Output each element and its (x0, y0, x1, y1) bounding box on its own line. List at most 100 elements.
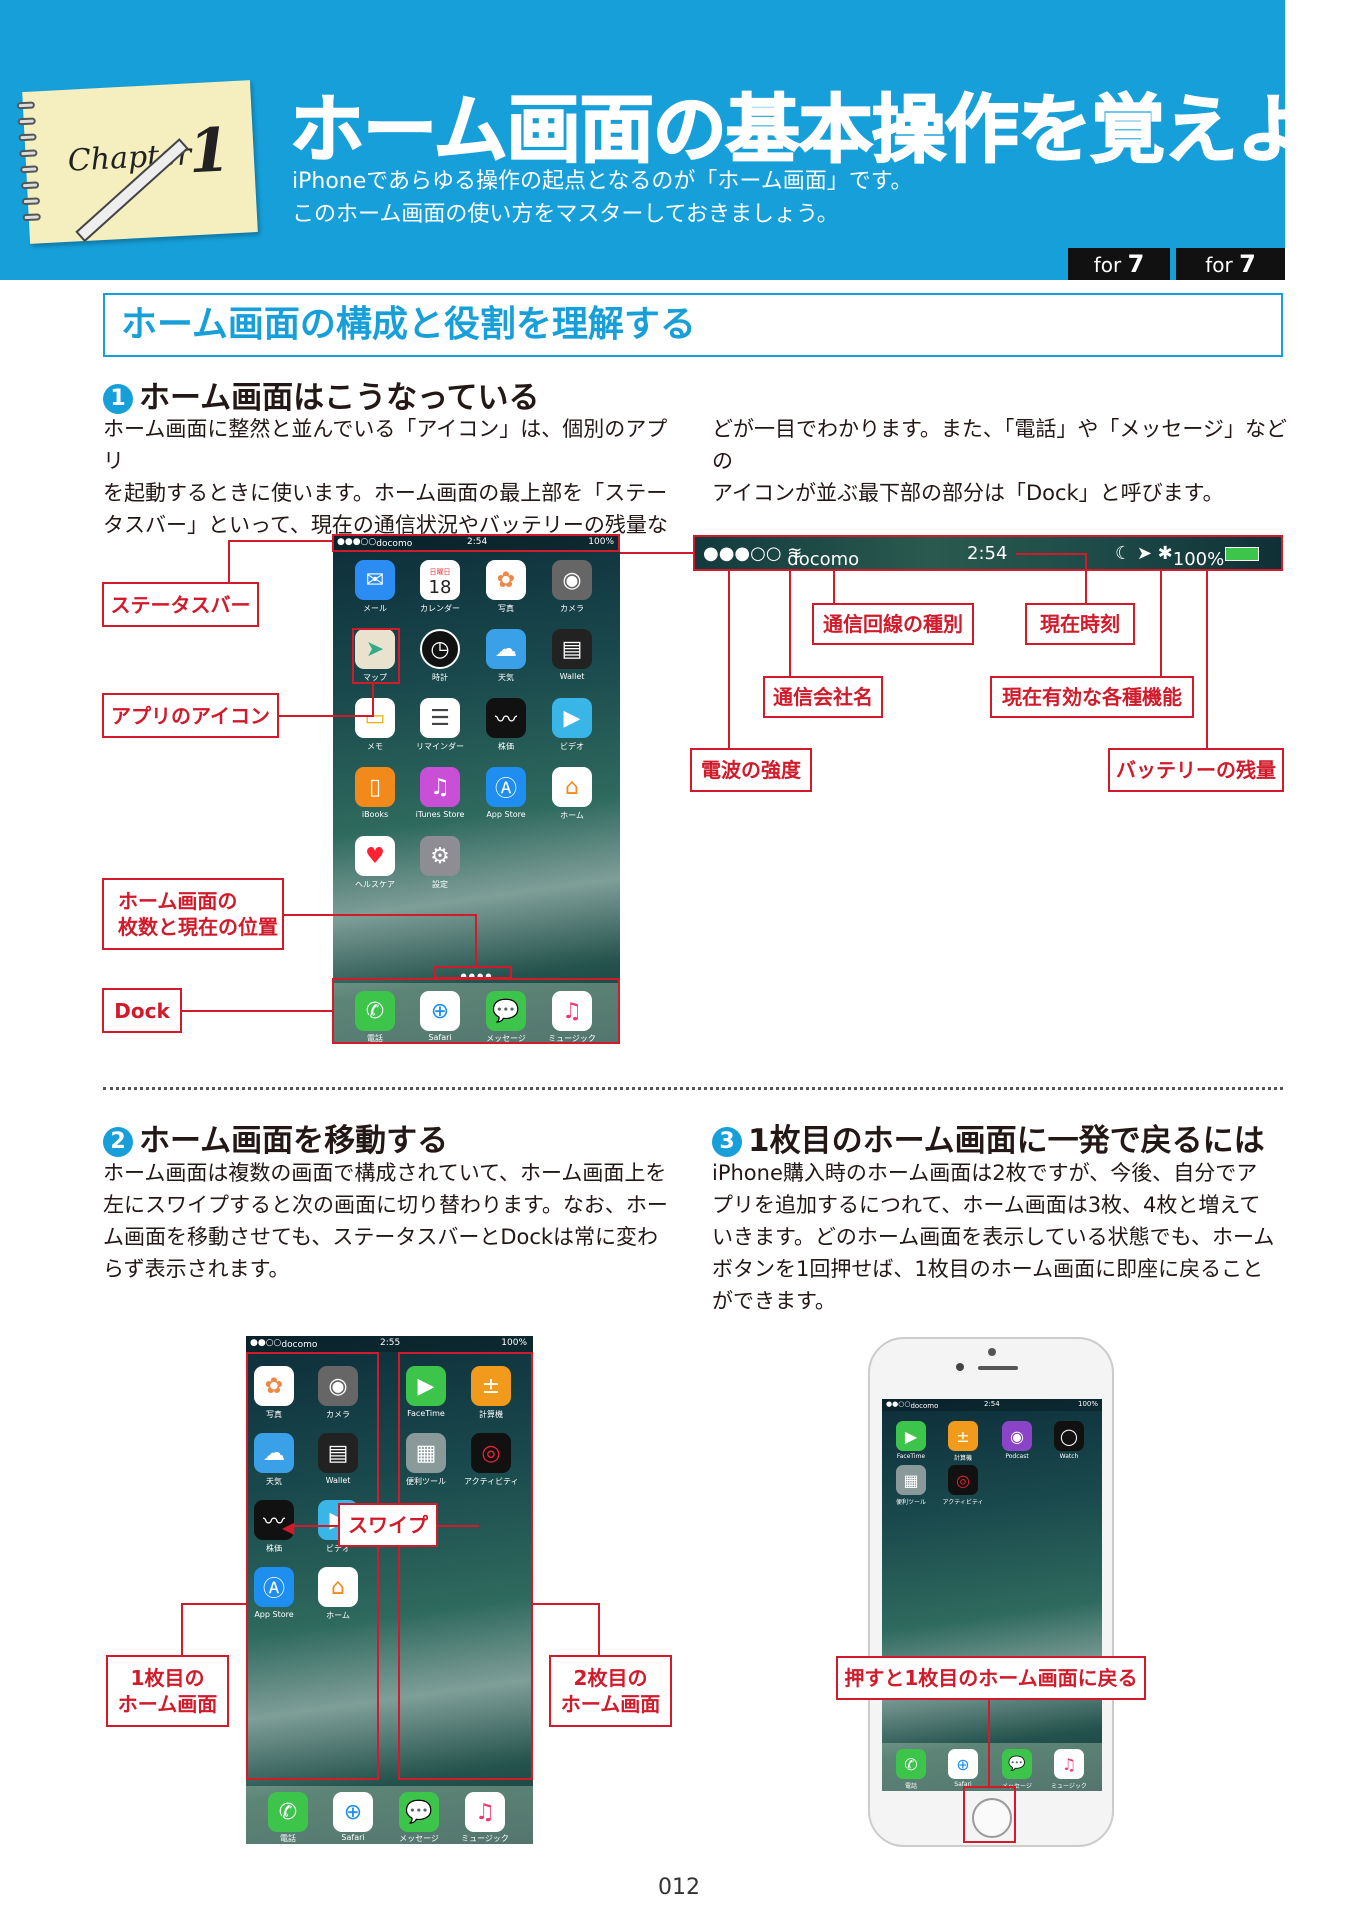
chapter-number: 1 (186, 115, 233, 188)
app-store-icon[interactable]: Ⓐ (486, 767, 526, 807)
subtitle-line-1: iPhoneであらゆる操作の起点となるのが「ホーム画面」です。 (292, 169, 913, 194)
callout-second-page: 2枚目の ホーム画面 (549, 1655, 672, 1727)
clock-label: 時計 (432, 673, 448, 682)
photos-label: 写真 (498, 604, 514, 613)
clock-icon[interactable]: ◷ (420, 629, 460, 669)
home-app-label: ホーム (560, 811, 584, 820)
wallet-label: Wallet (559, 672, 585, 681)
dock-highlight (332, 978, 620, 1044)
app-store-label: App Store (486, 810, 526, 819)
itunes-label: iTunes Store (415, 810, 465, 819)
status-bar-zoomed: ●●●○○ docomo ≋ 2:54 ☾ ➤ ✱ 100% (693, 535, 1283, 571)
callout-swipe: スワイプ (338, 1503, 438, 1547)
weather-label: 天気 (498, 673, 514, 682)
dock: ✆ 電話 ⊕ Safari 💬 メッセージ ♫ ミュージック (246, 1786, 533, 1844)
step2-title: 2 ホーム画面を移動する (103, 1115, 448, 1160)
photos-icon[interactable]: ✿ (486, 560, 526, 600)
callout-press-home: 押すと1枚目のホーム画面に戻る (836, 1656, 1146, 1700)
phone-icon[interactable]: ✆ (268, 1792, 308, 1832)
status-bar-2: ●●○○ docomo 2:55 100% (246, 1336, 533, 1352)
calculator-label: 計算機 (953, 1455, 972, 1462)
music-icon[interactable]: ♫ (1054, 1749, 1084, 1779)
calendar-icon[interactable]: 日曜日 18 (420, 560, 460, 600)
badge-for-7-plus: for 7 Plus (1176, 248, 1285, 311)
mail-icon[interactable]: ✉ (355, 560, 395, 600)
first-page-highlight (246, 1352, 379, 1780)
callout-current-time: 現在時刻 (1025, 603, 1135, 645)
utilities-label: 便利ツール (895, 1499, 926, 1506)
activity-icon[interactable]: ◎ (948, 1465, 978, 1495)
statusbar-highlight (332, 534, 620, 552)
ibooks-icon[interactable]: ▯ (355, 767, 395, 807)
callout-statusbar: ステータスバー (102, 582, 259, 627)
settings-icon[interactable]: ⚙ (420, 836, 460, 876)
activity-label: アクティビティ (942, 1499, 984, 1506)
health-label: ヘルスケア (355, 880, 395, 889)
itunes-icon[interactable]: ♫ (420, 767, 460, 807)
reminders-label: リマインダー (416, 742, 464, 751)
callout-network-type: 通信回線の種別 (812, 603, 974, 645)
phone-icon[interactable]: ✆ (896, 1749, 926, 1779)
facetime-icon[interactable]: ▶ (896, 1421, 926, 1451)
safari-icon[interactable]: ⊕ (948, 1749, 978, 1779)
calculator-icon[interactable]: ± (948, 1421, 978, 1451)
callout-first-page: 1枚目の ホーム画面 (106, 1655, 229, 1727)
second-page-highlight (398, 1352, 533, 1780)
health-icon[interactable]: ♥ (355, 836, 395, 876)
videos-label: ビデオ (560, 742, 584, 751)
reminders-icon[interactable]: ☰ (420, 698, 460, 738)
arrow-left-icon: ◀ (282, 1518, 295, 1537)
step1-body-left: ホーム画面に整然と並んでいる「アイコン」は、個別のアプリ を起動するときに使います… (103, 417, 668, 537)
device-screen: ●●○○ docomo 2:54 100% ▶ FaceTime ± 計算機 ◉ P… (882, 1399, 1102, 1791)
messages-icon[interactable]: 💬 (399, 1792, 439, 1832)
step3-title: 3 1枚目のホーム画面に一発で戻るには (712, 1115, 1265, 1160)
watch-label: Watch (1059, 1453, 1079, 1460)
home-button-highlight (963, 1786, 1016, 1843)
page-number: 012 (658, 1875, 700, 1900)
settings-label: 設定 (432, 880, 448, 889)
section-heading: ホーム画面の構成と役割を理解する (103, 293, 1283, 357)
camera-icon[interactable]: ◉ (552, 560, 592, 600)
step1-body-right: どが一目でわかります。また、「電話」や「メッセージ」などの アイコンが並ぶ最下部の… (712, 417, 1287, 505)
utilities-folder-icon[interactable]: ▦ (896, 1465, 926, 1495)
callout-app-icon: アプリのアイコン (102, 693, 279, 738)
podcast-icon[interactable]: ◉ (1002, 1421, 1032, 1451)
callout-signal: 電波の強度 (690, 748, 812, 792)
home-app-icon[interactable]: ⌂ (552, 767, 592, 807)
divider (103, 1087, 1283, 1090)
stocks-label: 株価 (498, 742, 514, 751)
callout-battery: バッテリーの残量 (1108, 748, 1284, 792)
step1-title: 1 ホーム画面はこうなっている (103, 372, 540, 417)
music-icon[interactable]: ♫ (465, 1792, 505, 1832)
music-label: ミュージック (1051, 1783, 1087, 1790)
calendar-label: カレンダー (420, 604, 460, 613)
messages-label: メッセージ (399, 1834, 439, 1843)
wallet-icon[interactable]: ▤ (552, 629, 592, 669)
subtitle-line-2: このホーム画面の使い方をマスターしておきましょう。 (292, 202, 839, 227)
notes-icon[interactable]: ▭ (355, 698, 395, 738)
iphone-device: ●●○○ docomo 2:54 100% ▶ FaceTime ± 計算機 ◉ P… (868, 1337, 1114, 1847)
safari-label: Safari (341, 1833, 365, 1842)
weather-icon[interactable]: ☁ (486, 629, 526, 669)
step3-body: iPhone購入時のホーム画面は2枚ですが、今後、自分でア プリを追加するにつれて… (712, 1161, 1275, 1313)
step2-body: ホーム画面は複数の画面で構成されていて、ホーム画面上を 左にスワイプすると次の画面… (103, 1161, 668, 1281)
watch-icon[interactable]: ◯ (1054, 1421, 1084, 1451)
callout-carrier-name: 通信会社名 (763, 676, 883, 718)
notes-label: メモ (367, 742, 383, 751)
podcast-label: Podcast (1005, 1453, 1029, 1460)
dock: ✆ 電話 ⊕ Safari 💬 メッセージ ♫ ミュージック (882, 1743, 1102, 1791)
badge-for-7: for 7 (1068, 248, 1170, 280)
callout-dock: Dock (102, 988, 182, 1033)
ibooks-label: iBooks (361, 810, 389, 819)
chapter-memo-pad: Chapter 1 (16, 80, 258, 244)
maps-icon-highlight (352, 628, 400, 684)
videos-icon[interactable]: ▶ (552, 698, 592, 738)
music-label: ミュージック (461, 1834, 509, 1843)
phone-label: 電話 (280, 1834, 296, 1843)
camera-label: カメラ (560, 604, 584, 613)
messages-icon[interactable]: 💬 (1002, 1749, 1032, 1779)
phone-label: 電話 (904, 1783, 917, 1790)
safari-icon[interactable]: ⊕ (333, 1792, 373, 1832)
stocks-icon[interactable]: 〰 (486, 698, 526, 738)
mail-label: メール (363, 604, 387, 613)
